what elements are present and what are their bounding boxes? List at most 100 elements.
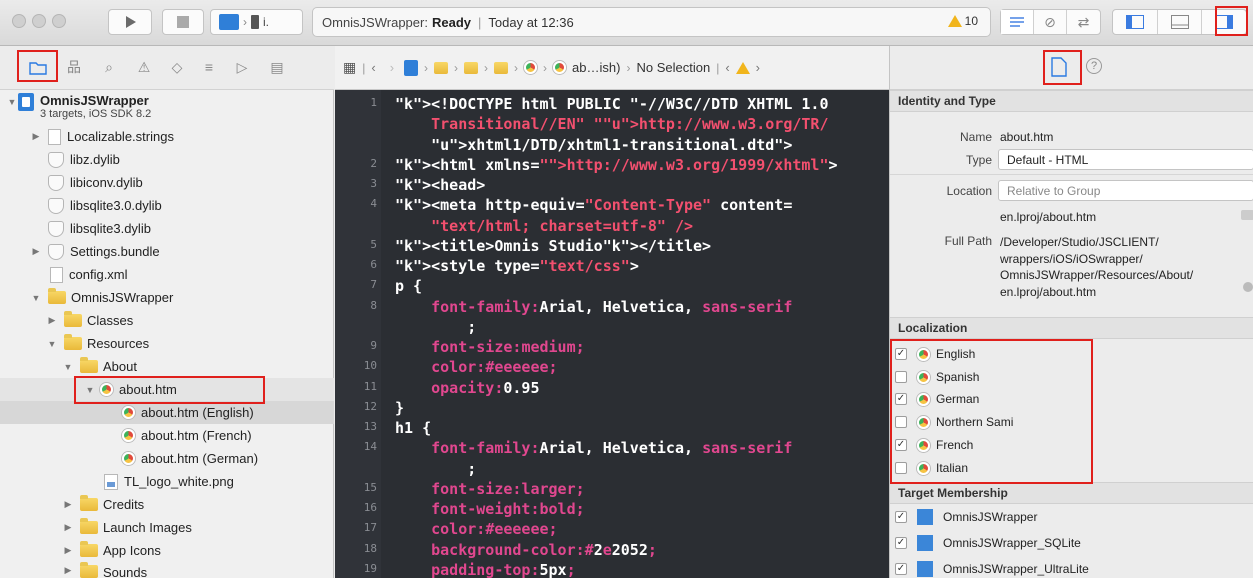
separator: | <box>362 60 366 75</box>
nav-item-settings-bundle[interactable]: ▶ Settings.bundle <box>0 240 334 263</box>
nav-item-tl-logo-png[interactable]: TL_logo_white.png <box>0 470 334 493</box>
find-navigator-tab[interactable]: ⌕ <box>98 56 120 78</box>
target-checkbox[interactable]: ✓ <box>895 511 907 523</box>
line-number[interactable]: 13 <box>347 420 377 433</box>
nav-item-sounds[interactable]: ▶ Sounds <box>0 562 334 578</box>
assistant-editor-button[interactable]: ⊘ <box>1034 10 1067 34</box>
html-file-icon[interactable] <box>524 61 538 74</box>
type-popup[interactable]: Default - HTML <box>998 149 1253 170</box>
nav-item-label: Localizable.strings <box>67 129 174 144</box>
line-number[interactable]: 7 <box>347 278 377 291</box>
nav-item-credits[interactable]: ▶ Credits <box>0 493 334 516</box>
group-folder-icon <box>48 288 66 304</box>
nav-item-app-icons[interactable]: ▶ App Icons <box>0 539 334 562</box>
jb-folder-icon[interactable] <box>464 61 479 74</box>
nav-item-about-htm-french[interactable]: about.htm (French) <box>0 424 334 447</box>
line-number[interactable]: 18 <box>347 542 377 555</box>
stop-button[interactable] <box>162 9 204 35</box>
html-file-icon <box>122 452 135 465</box>
line-number[interactable]: 17 <box>347 521 377 534</box>
nav-item-about[interactable]: ▼ About <box>0 355 334 378</box>
test-navigator-tab[interactable]: ◇ <box>166 56 188 78</box>
line-number[interactable]: 2 <box>347 157 377 170</box>
code-line: color:#eeeeee; <box>431 358 558 377</box>
minimize-window-button[interactable] <box>32 14 46 28</box>
close-window-button[interactable] <box>12 14 26 28</box>
nav-item-resources[interactable]: ▼ Resources <box>0 332 334 355</box>
symbol-navigator-tab[interactable]: 品 <box>63 56 85 78</box>
standard-editor-button[interactable] <box>1001 10 1034 34</box>
toggle-navigator-button[interactable] <box>1113 10 1158 34</box>
target-checkbox[interactable]: ✓ <box>895 563 907 575</box>
line-number[interactable]: 19 <box>347 562 377 575</box>
forward-button[interactable]: › <box>390 60 394 75</box>
nav-item-omnisjswrapper-group[interactable]: ▼ OmnisJSWrapper <box>0 286 334 309</box>
toggle-debug-area-button[interactable] <box>1158 10 1202 34</box>
nav-item-about-htm-english[interactable]: about.htm (English) <box>0 401 334 424</box>
jump-bar: ▦ | ‹ › › › › › › ab…ish) › No Selection… <box>335 46 889 90</box>
back-button[interactable]: ‹ <box>371 60 375 75</box>
breakpoint-navigator-tab[interactable]: ▷ <box>231 56 253 78</box>
line-number[interactable]: 6 <box>347 258 377 271</box>
warnings-badge[interactable]: 10 <box>947 14 978 28</box>
code-line: "u">xhtml1/DTD/xhtml1-transitional.dtd"> <box>431 135 793 154</box>
nav-item-libsqlite3[interactable]: libsqlite3.dylib <box>0 217 334 240</box>
line-number[interactable]: 9 <box>347 339 377 352</box>
debug-navigator-tab[interactable]: ≡ <box>198 56 220 78</box>
code-text-area[interactable]: "k"><!DOCTYPE html PUBLIC "-//W3C//DTD X… <box>381 90 889 578</box>
line-number[interactable]: 11 <box>347 380 377 393</box>
line-number[interactable]: 8 <box>347 299 377 312</box>
name-value[interactable]: about.htm <box>1000 130 1053 144</box>
line-number[interactable]: 3 <box>347 177 377 190</box>
nav-item-libiconv[interactable]: libiconv.dylib <box>0 171 334 194</box>
next-issue-button[interactable]: › <box>756 60 760 75</box>
nav-item-localizable-strings[interactable]: ▶ Localizable.strings <box>0 125 334 148</box>
related-items-icon[interactable]: ▦ <box>343 59 356 76</box>
report-navigator-tab[interactable]: ▤ <box>266 56 288 78</box>
target-sqlite-row[interactable]: ✓ OmnisJSWrapper_SQLite <box>895 532 1081 554</box>
nav-item-config-xml[interactable]: config.xml <box>0 263 334 286</box>
line-number[interactable]: 1 <box>347 96 377 109</box>
quick-help-tab[interactable]: ? <box>1086 58 1102 74</box>
previous-issue-button[interactable]: ‹ <box>725 60 729 75</box>
nav-item-libsqlite3-0[interactable]: libsqlite3.0.dylib <box>0 194 334 217</box>
disclosure-open-icon: ▼ <box>7 97 17 107</box>
line-number[interactable]: 4 <box>347 197 377 210</box>
line-number[interactable]: 14 <box>347 440 377 453</box>
nav-item-project-root[interactable]: ▼ OmnisJSWrapper 3 targets, iOS SDK 8.2 <box>0 91 334 123</box>
line-number[interactable]: 15 <box>347 481 377 494</box>
chevron-right-icon: › <box>626 60 631 75</box>
nav-item-libz[interactable]: libz.dylib <box>0 148 334 171</box>
jb-selection-label[interactable]: No Selection <box>636 60 710 75</box>
nav-item-label: config.xml <box>69 267 128 282</box>
line-number[interactable]: 12 <box>347 400 377 413</box>
library-icon <box>48 220 64 237</box>
line-number[interactable]: 5 <box>347 238 377 251</box>
target-omnisjswrapper-row[interactable]: ✓ OmnisJSWrapper <box>895 506 1037 528</box>
warning-icon[interactable] <box>735 61 750 74</box>
nav-item-classes[interactable]: ▶ Classes <box>0 309 334 332</box>
zoom-window-button[interactable] <box>52 14 66 28</box>
issue-navigator-tab[interactable]: ⚠ <box>133 56 155 78</box>
run-button[interactable] <box>108 9 152 35</box>
jb-file-label[interactable]: ab…ish) <box>572 60 620 75</box>
jb-folder-icon[interactable] <box>434 61 449 74</box>
reveal-in-finder-icon[interactable] <box>1243 282 1253 292</box>
nav-item-about-htm-german[interactable]: about.htm (German) <box>0 447 334 470</box>
target-checkbox[interactable]: ✓ <box>895 537 907 549</box>
line-number[interactable]: 10 <box>347 359 377 372</box>
jb-project-icon[interactable] <box>404 59 419 76</box>
window-toolbar: › i. OmnisJSWrapper: Ready | Today at 12… <box>0 0 1253 46</box>
html-file-icon <box>122 429 135 442</box>
line-number[interactable]: 16 <box>347 501 377 514</box>
version-editor-button[interactable]: ⇄ <box>1067 10 1100 34</box>
jb-folder-icon[interactable] <box>494 61 509 74</box>
location-popup[interactable]: Relative to Group <box>998 180 1253 201</box>
code-line: font-family:Arial, Helvetica, sans-serif <box>431 439 793 458</box>
scheme-selector[interactable]: › i. <box>210 9 303 35</box>
app-target-icon <box>917 535 933 551</box>
nav-item-launch-images[interactable]: ▶ Launch Images <box>0 516 334 539</box>
target-ultralite-row[interactable]: ✓ OmnisJSWrapper_UltraLite <box>895 558 1089 578</box>
folder-picker-icon[interactable] <box>1241 210 1253 220</box>
disclosure-closed-icon: ▶ <box>64 565 72 575</box>
